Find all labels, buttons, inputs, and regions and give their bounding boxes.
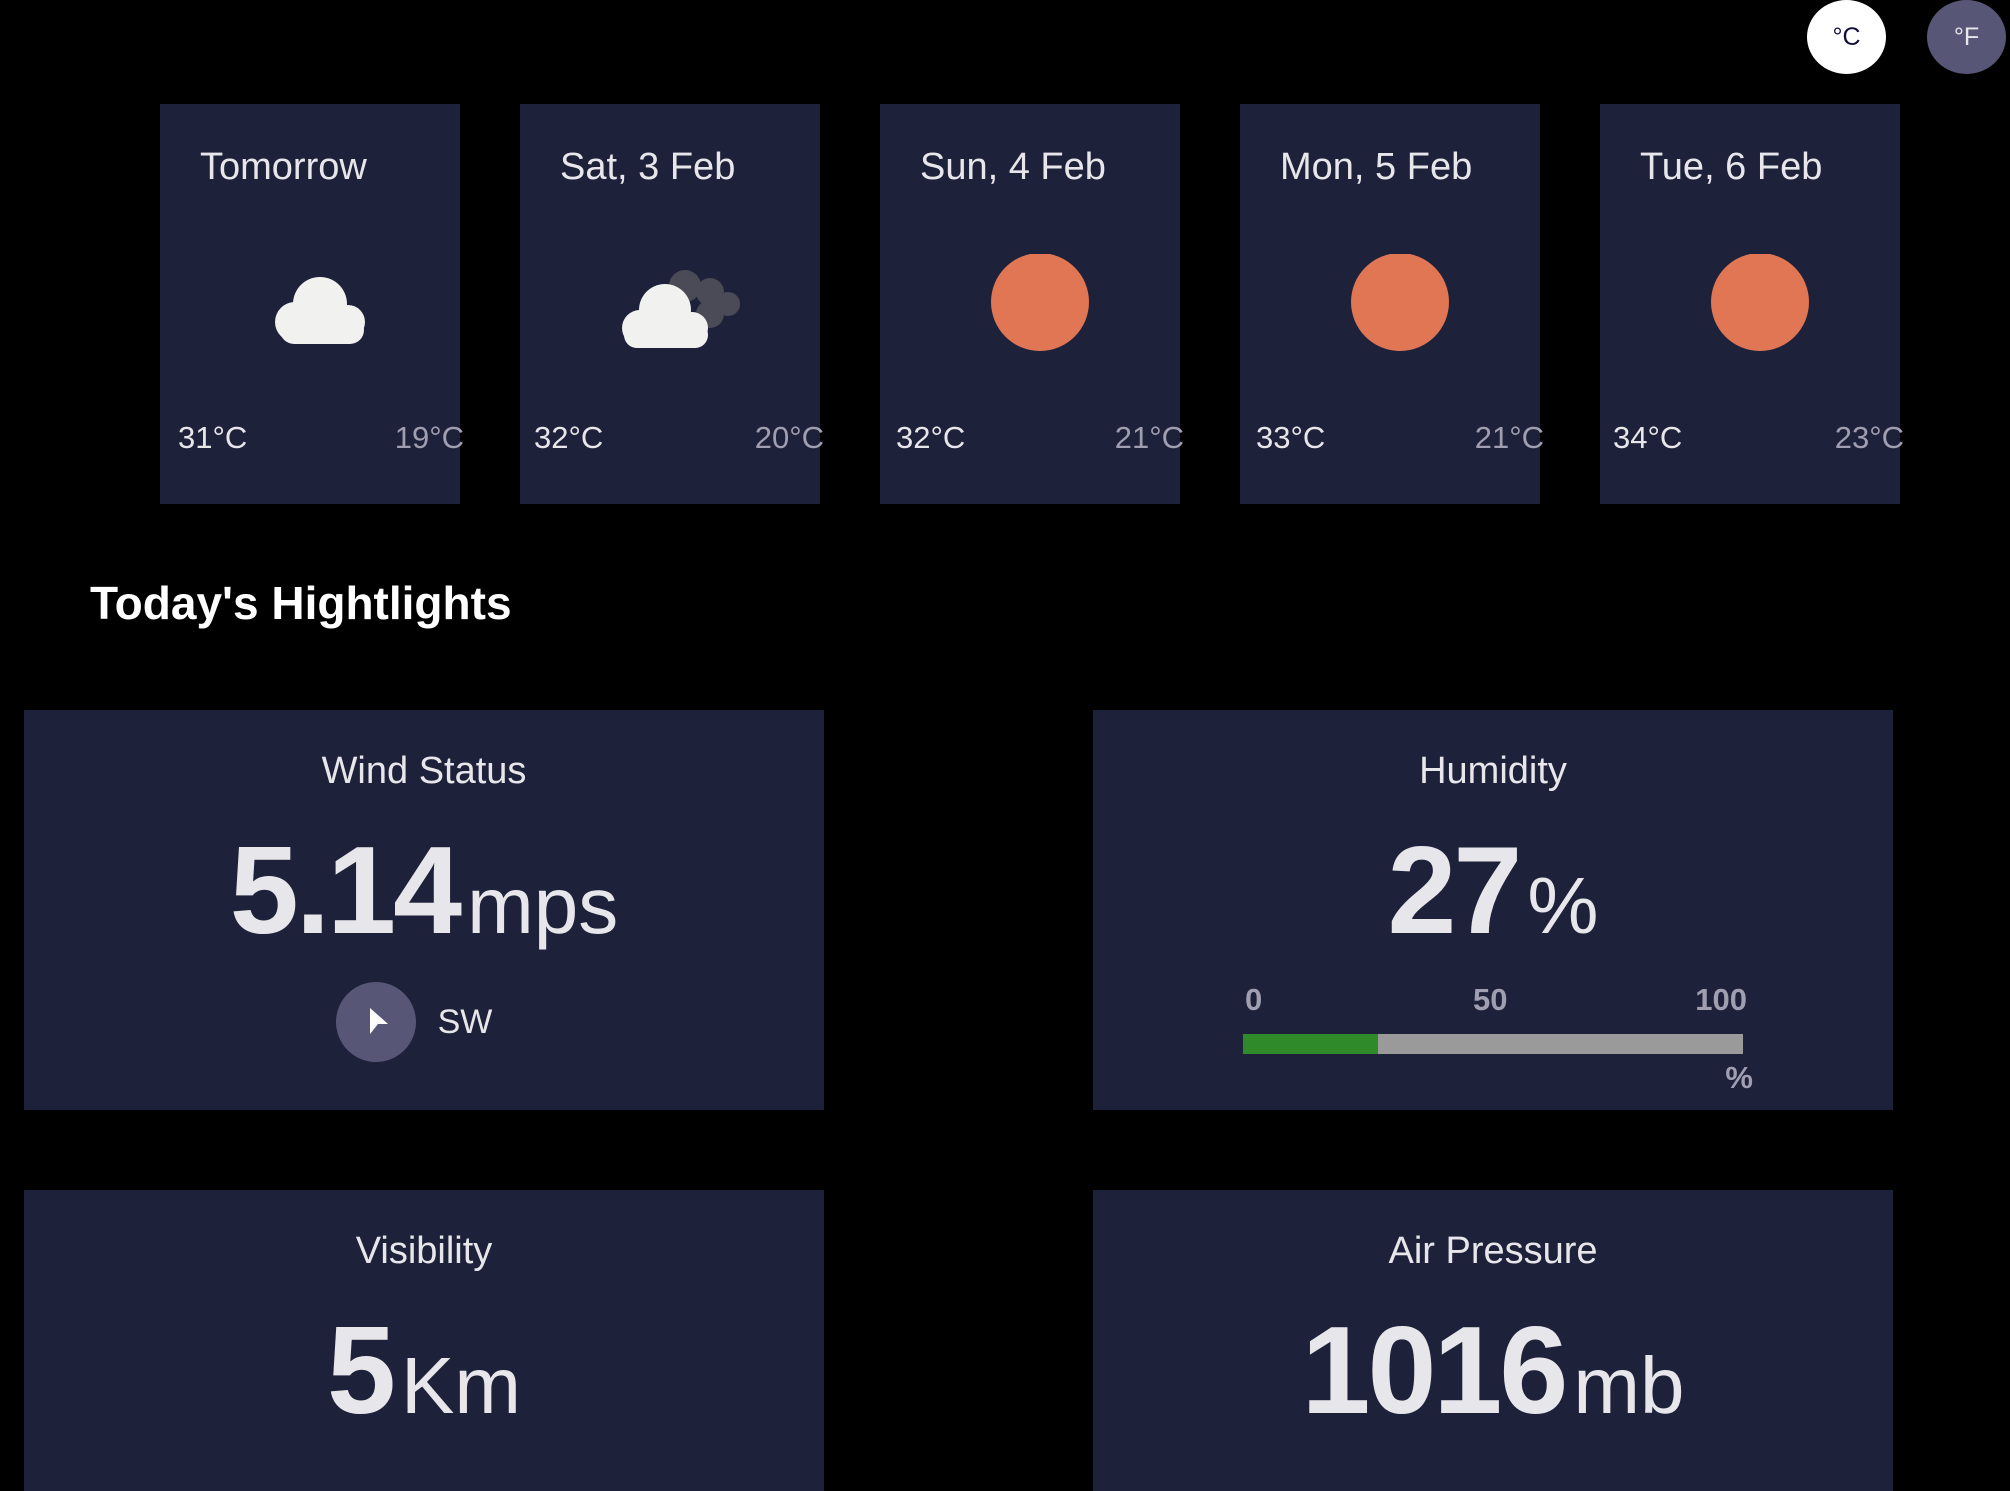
sun-icon [1700,253,1820,354]
visibility-value-row: 5 Km [24,1300,824,1442]
forecast-min-temp: 21°C [1114,420,1184,455]
humidity-scale-min: 0 [1245,982,1263,1017]
forecast-min-temp: 19°C [394,420,464,455]
humidity-value-row: 27% [1093,820,1893,962]
forecast-date: Mon, 5 Feb [1280,146,1473,188]
navigation-arrow-icon [335,982,416,1062]
wind-status-card: Wind Status 5.14 mps SW [24,710,824,1110]
forecast-max-temp: 34°C [1613,420,1683,455]
forecast-date: Tue, 6 Feb [1640,146,1823,188]
forecast-date: Tomorrow [200,146,367,188]
forecast-max-temp: 33°C [1256,420,1326,455]
forecast-date: Sat, 3 Feb [560,146,736,188]
forecast-card: Mon, 5 Feb 33°C 21°C [1240,104,1544,504]
wind-value-row: 5.14 mps [24,820,824,962]
wind-direction-label: SW [437,1002,493,1041]
air-pressure-card: Air Pressure 1016 mb [1093,1190,1893,1491]
forecast-card: Tomorrow 31°C 19°C [160,104,464,504]
forecast-max-temp: 31°C [178,420,248,455]
sun-icon [1340,253,1460,354]
humidity-scale-unit: % [1725,1060,1753,1095]
forecast-min-temp: 20°C [754,420,824,455]
visibility-unit: Km [400,1341,521,1430]
humidity-title: Humidity [1419,750,1567,792]
humidity-bar: 0 50 100 % [1243,982,1753,1095]
forecast-card: Sun, 4 Feb 32°C 21°C [880,104,1184,504]
weather-page: °C °F Tomorrow 31°C 19°C Sat, 3 Feb 32°C… [0,0,2010,1491]
forecast-card: Sat, 3 Feb 32°C 20°C [520,104,824,504]
wind-speed-value: 5.14 [229,822,462,960]
cloud-icon [260,254,380,354]
fahrenheit-button[interactable]: °F [1927,0,2006,74]
humidity-value: 27 [1387,822,1522,960]
visibility-value: 5 [327,1302,396,1440]
air-pressure-value-row: 1016 mb [1093,1300,1893,1442]
forecast-max-temp: 32°C [534,420,604,455]
wind-speed-unit: mps [467,861,619,950]
humidity-scale-max: 100 [1695,982,1747,1017]
visibility-card: Visibility 5 Km [24,1190,824,1491]
wind-status-title: Wind Status [321,750,527,792]
wind-direction-row: SW [24,982,824,1062]
highlights-title: Today's Hightlights [90,577,512,629]
air-pressure-unit: mb [1573,1341,1685,1430]
air-pressure-title: Air Pressure [1388,1230,1598,1272]
forecast-date: Sun, 4 Feb [920,146,1106,188]
sun-icon [980,253,1100,354]
forecast-min-temp: 21°C [1474,420,1544,455]
air-pressure-value: 1016 [1301,1302,1569,1440]
humidity-fill [1243,1034,1378,1054]
visibility-title: Visibility [355,1230,493,1272]
humidity-card: Humidity 27% 0 50 100 % [1093,710,1893,1110]
forecast-min-temp: 23°C [1834,420,1904,455]
forecast-max-temp: 32°C [896,420,966,455]
celsius-button[interactable]: °C [1807,0,1886,74]
humidity-unit: % [1527,861,1599,950]
heavy-cloud-icon [610,254,740,354]
humidity-track [1243,1034,1743,1054]
forecast-card: Tue, 6 Feb 34°C 23°C [1600,104,1904,504]
humidity-scale-mid: 50 [1473,982,1508,1017]
